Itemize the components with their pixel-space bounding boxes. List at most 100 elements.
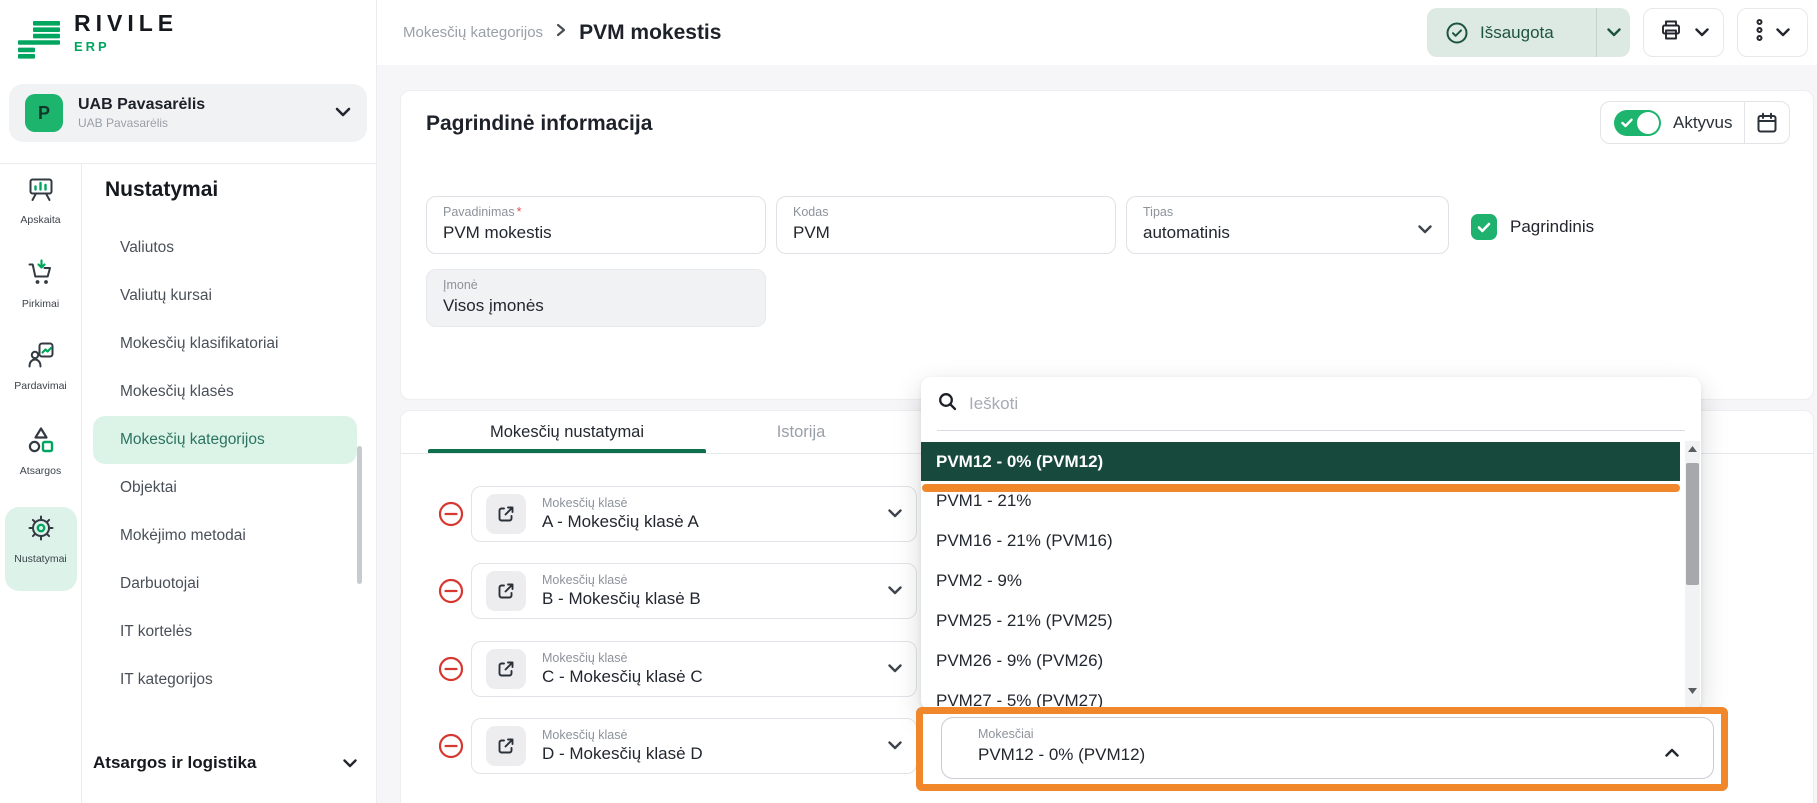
gear-icon — [26, 513, 56, 546]
tab-istorija[interactable]: Istorija — [706, 411, 896, 453]
sidebar-item-mokesciu-klasifikatoriai[interactable]: Mokesčių klasifikatoriai — [93, 320, 357, 368]
sidebar-section-atsargos-ir-logistika[interactable]: Atsargos ir logistika — [93, 745, 357, 781]
calendar-button[interactable] — [1745, 111, 1789, 135]
dropdown-option[interactable]: PVM1 - 21% — [921, 481, 1680, 521]
chevron-down-icon[interactable] — [1597, 28, 1630, 37]
chevron-down-icon — [1418, 221, 1432, 239]
company-selector[interactable]: P UAB Pavasarėlis UAB Pavasarėlis — [9, 84, 367, 142]
row-label: Mokesčių klasė — [542, 573, 628, 587]
remove-row-button[interactable] — [437, 732, 465, 760]
page-title: PVM mokestis — [579, 20, 722, 44]
printer-icon — [1659, 18, 1683, 47]
sidebar-item-it-korteles[interactable]: IT kortelės — [93, 608, 357, 656]
dropdown-option[interactable]: PVM27 - 5% (PVM27) — [921, 681, 1680, 710]
tipas-select[interactable]: Tipas automatinis — [1126, 196, 1449, 254]
mokesciai-select[interactable]: Mokesčiai PVM12 - 0% (PVM12) — [941, 717, 1714, 779]
open-card-button[interactable] — [486, 494, 526, 534]
scroll-down-arrow-icon[interactable] — [1685, 688, 1700, 694]
sidebar-item-objektai[interactable]: Objektai — [93, 464, 357, 512]
remove-row-button[interactable] — [437, 577, 465, 605]
kodas-field[interactable]: Kodas PVM — [776, 196, 1116, 254]
open-card-button[interactable] — [486, 726, 526, 766]
row-label: Mokesčių klasė — [542, 651, 628, 665]
chart-board-icon — [26, 174, 56, 207]
card-title: Pagrindinė informacija — [426, 112, 653, 135]
brand-name: RIVILE — [74, 10, 179, 36]
sidebar-item-mokesciu-kategorijos[interactable]: Mokesčių kategorijos — [93, 416, 357, 464]
field-label: Įmonė — [443, 278, 478, 292]
sidebar-menu: Valiutos Valiutų kursai Mokesčių klasifi… — [93, 224, 357, 704]
sidebar-scrollbar-thumb[interactable] — [357, 446, 362, 584]
dropdown-option-selected[interactable]: PVM12 - 0% (PVM12) — [921, 442, 1680, 481]
external-link-icon — [498, 738, 514, 754]
print-button[interactable] — [1643, 8, 1724, 57]
sidebar-item-it-kategorijos[interactable]: IT kategorijos — [93, 656, 357, 704]
field-label: Tipas — [1143, 205, 1174, 219]
divider — [0, 163, 377, 164]
tax-class-select[interactable]: Mokesčių klasė B - Mokesčių klasė B — [471, 563, 917, 619]
sidebar-item-valiutos[interactable]: Valiutos — [93, 224, 357, 272]
company-name: UAB Pavasarėlis — [78, 96, 206, 113]
pavadinimas-field[interactable]: Pavadinimas * PVM mokestis — [426, 196, 766, 254]
open-card-button[interactable] — [486, 571, 526, 611]
sidebar-item-valiutu-kursai[interactable]: Valiutų kursai — [93, 272, 357, 320]
minus-circle-icon — [438, 578, 464, 604]
tax-class-select[interactable]: Mokesčių klasė C - Mokesčių klasė C — [471, 641, 917, 697]
chevron-right-icon — [556, 23, 566, 42]
rail-item-apskaita[interactable]: Apskaita — [0, 174, 81, 226]
rail-item-pirkimai[interactable]: Pirkimai — [0, 258, 81, 310]
breadcrumb-parent[interactable]: Mokesčių kategorijos — [403, 24, 543, 41]
remove-row-button[interactable] — [437, 655, 465, 683]
more-actions-button[interactable] — [1737, 8, 1808, 57]
remove-row-button[interactable] — [437, 500, 465, 528]
row-label: Mokesčių klasė — [542, 728, 628, 742]
rail-item-label: Pardavimai — [14, 380, 67, 392]
dropdown-option[interactable]: PVM16 - 21% (PVM16) — [921, 521, 1680, 561]
tab-mokesciu-nustatymai[interactable]: Mokesčių nustatymai — [428, 411, 706, 453]
shapes-icon — [26, 425, 56, 458]
dropdown-options: PVM12 - 0% (PVM12) PVM1 - 21% PVM16 - 21… — [921, 442, 1680, 710]
company-subtitle: UAB Pavasarėlis — [78, 116, 169, 130]
field-value: automatinis — [1143, 223, 1230, 242]
scroll-up-arrow-icon[interactable] — [1685, 446, 1700, 452]
rail-item-nustatymai[interactable]: Nustatymai — [0, 513, 81, 565]
tax-class-select[interactable]: Mokesčių klasė D - Mokesčių klasė D — [471, 718, 917, 774]
dropdown-option[interactable]: PVM25 - 21% (PVM25) — [921, 601, 1680, 641]
tax-class-select[interactable]: Mokesčių klasė A - Mokesčių klasė A — [471, 486, 917, 542]
field-value: PVM — [793, 223, 830, 242]
rail-item-label: Nustatymai — [14, 553, 67, 565]
dropdown-scrollbar-thumb[interactable] — [1686, 463, 1699, 585]
cart-icon — [26, 258, 56, 291]
brand-sub: ERP — [74, 39, 110, 54]
dropdown-search-row — [937, 377, 1685, 431]
field-value: PVM12 - 0% (PVM12) — [978, 745, 1146, 764]
minus-circle-icon — [438, 656, 464, 682]
check-circle-icon — [1445, 21, 1469, 45]
sidebar-item-mokesciu-klases[interactable]: Mokesčių klasės — [93, 368, 357, 416]
dropdown-option[interactable]: PVM26 - 9% (PVM26) — [921, 641, 1680, 681]
dropdown-scrollbar[interactable] — [1685, 441, 1700, 710]
imone-field: Įmonė Visos įmonės — [426, 269, 766, 327]
sidebar-item-mokejimo-metodai[interactable]: Mokėjimo metodai — [93, 512, 357, 560]
saved-button[interactable]: Išsaugota — [1427, 8, 1630, 57]
open-card-button[interactable] — [486, 649, 526, 689]
checkbox-checked-icon[interactable] — [1471, 214, 1497, 240]
row-value: C - Mokesčių klasė C — [542, 667, 703, 686]
chevron-down-icon — [343, 753, 357, 773]
active-toggle[interactable] — [1614, 109, 1661, 136]
rail-item-label: Atsargos — [19, 465, 62, 477]
rail-item-label: Pirkimai — [21, 298, 60, 310]
row-value: D - Mokesčių klasė D — [542, 744, 703, 763]
pagrindinis-checkbox-row[interactable]: Pagrindinis — [1471, 214, 1594, 240]
tutorial-highlight-box: Mokesčiai PVM12 - 0% (PVM12) — [916, 707, 1728, 791]
chevron-down-icon — [888, 582, 902, 600]
dropdown-option[interactable]: PVM2 - 9% — [921, 561, 1680, 601]
rail-item-pardavimai[interactable]: Pardavimai — [0, 340, 81, 392]
app-window: RIVILE ERP P UAB Pavasarėlis UAB Pavasar… — [0, 0, 1817, 803]
search-icon — [937, 391, 957, 416]
company-avatar: P — [25, 94, 63, 132]
rail-item-atsargos[interactable]: Atsargos — [0, 425, 81, 477]
dropdown-search-input[interactable] — [967, 392, 1685, 415]
sidebar-item-darbuotojai[interactable]: Darbuotojai — [93, 560, 357, 608]
chevron-down-icon — [888, 737, 902, 755]
